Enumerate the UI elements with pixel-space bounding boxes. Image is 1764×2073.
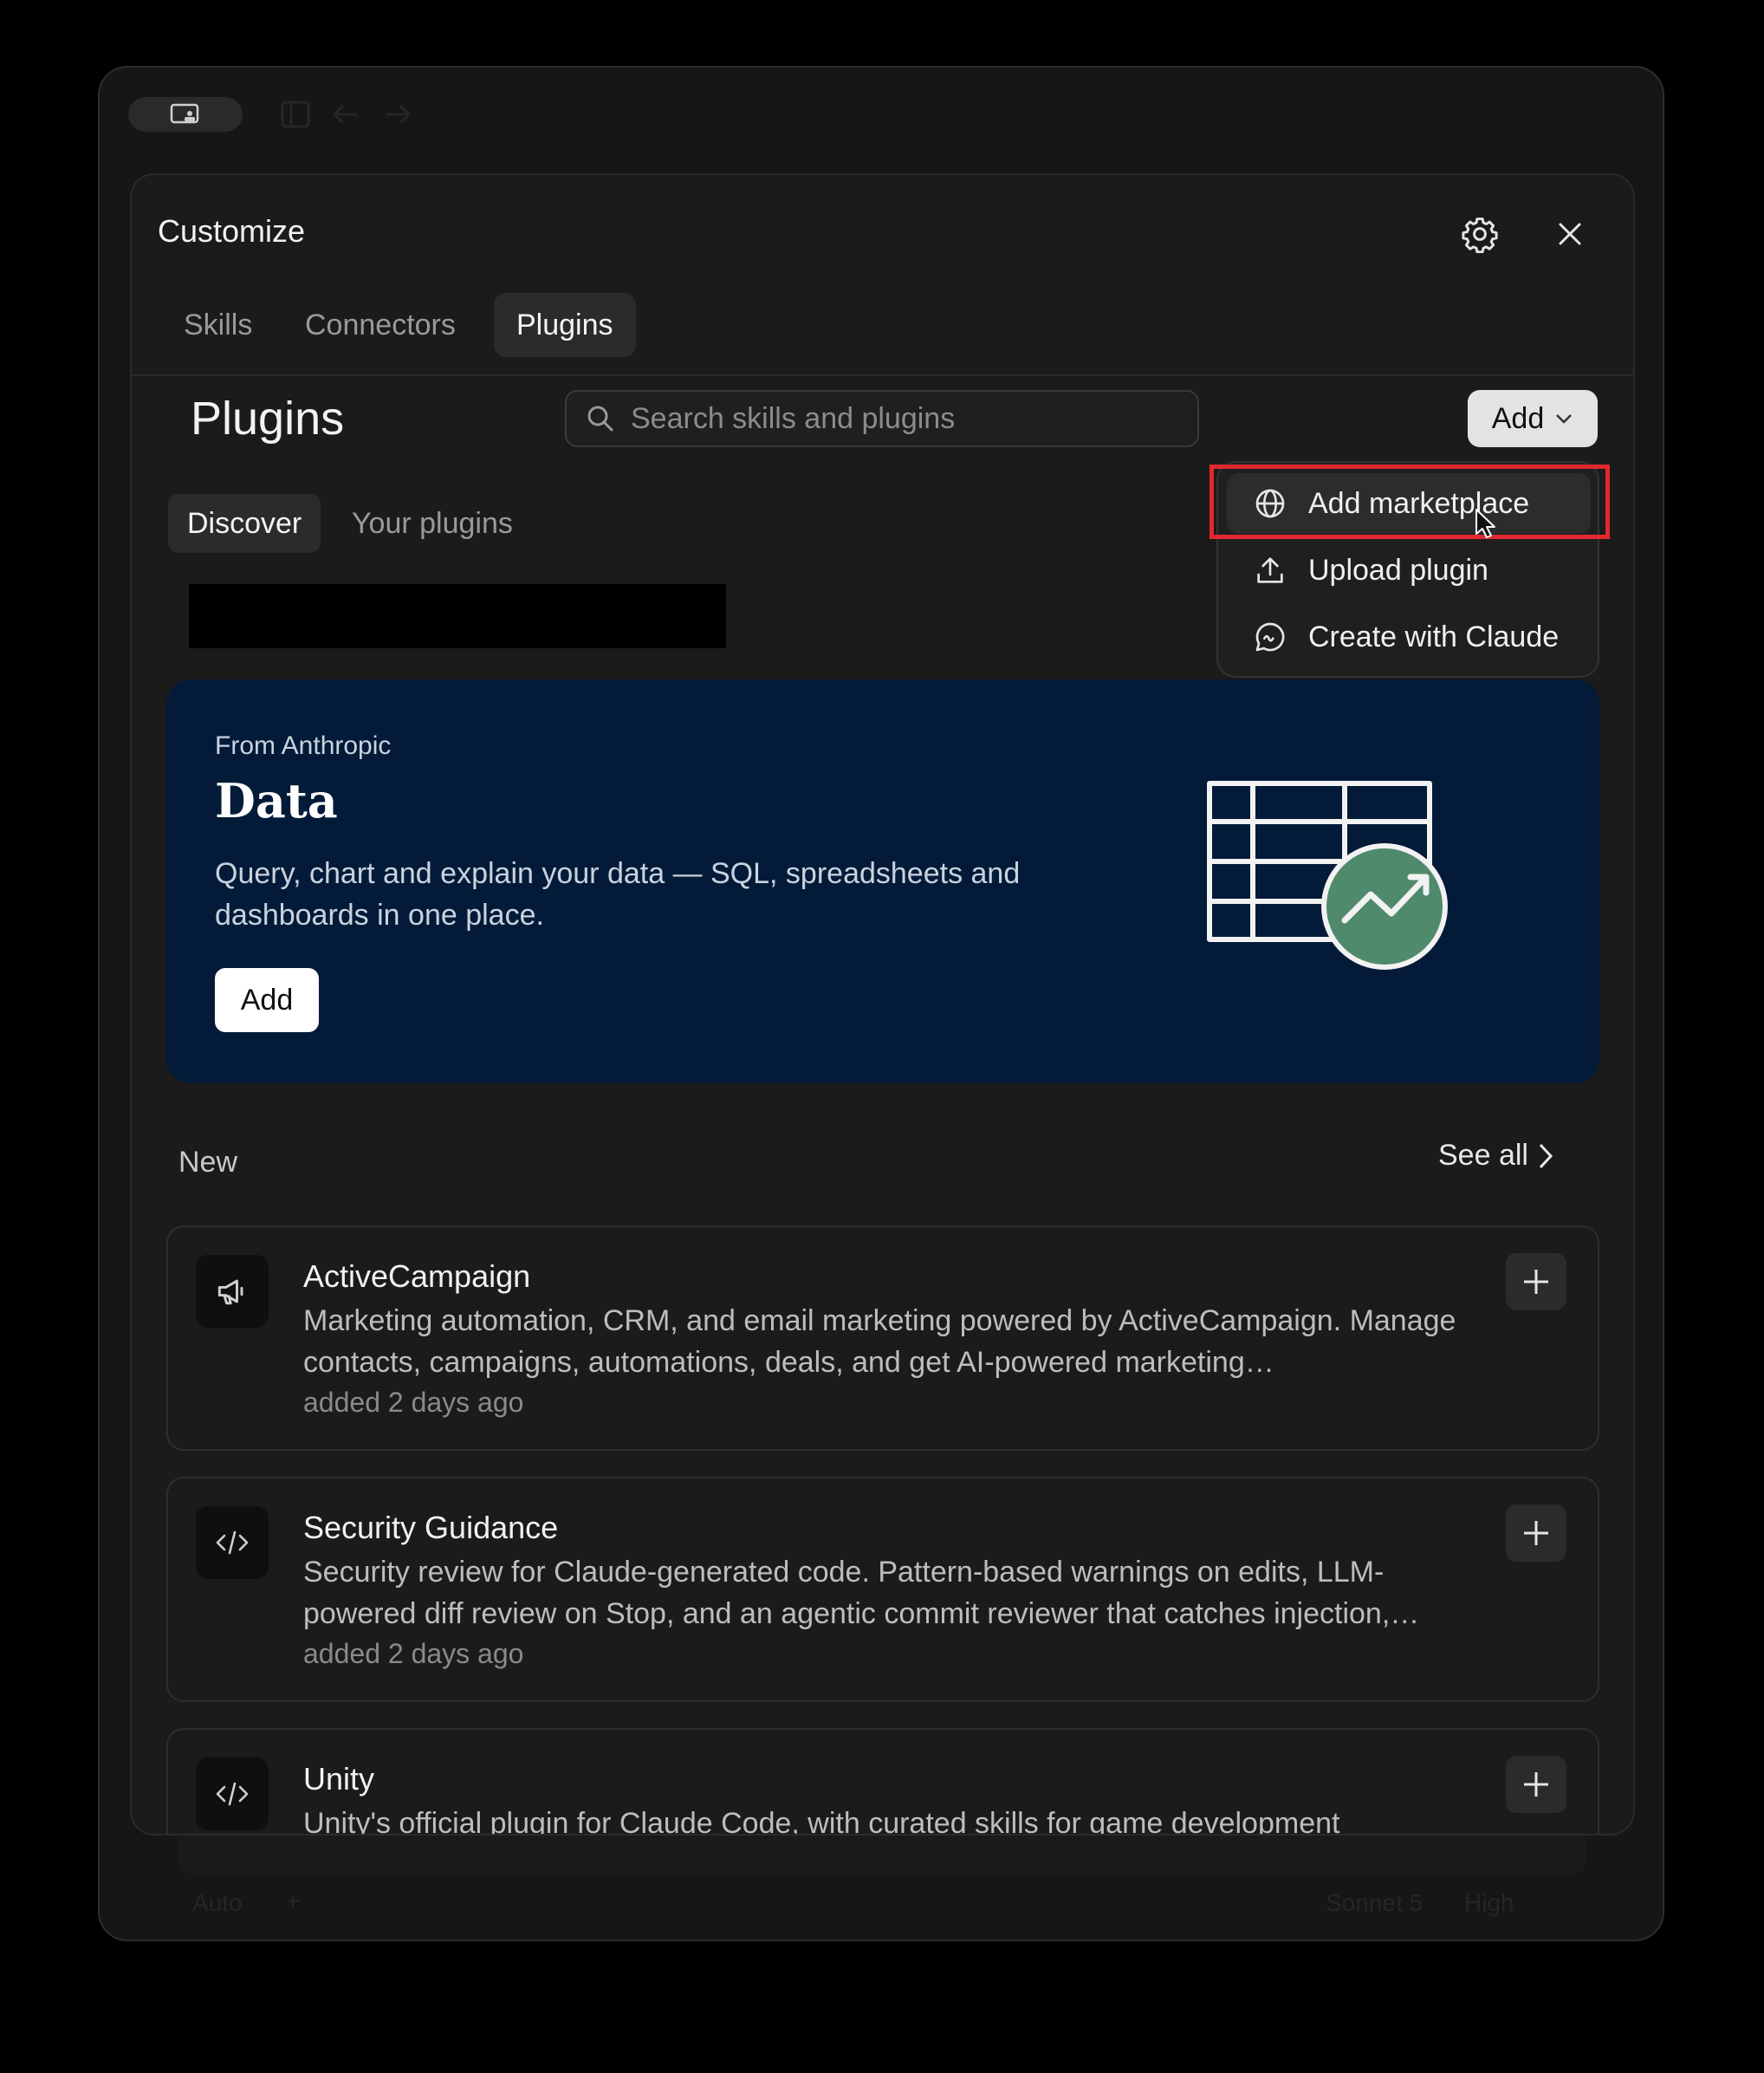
effort-label[interactable]: High (1464, 1889, 1514, 1917)
tabs-divider (132, 374, 1633, 376)
menu-item-label: Upload plugin (1308, 553, 1488, 587)
plugin-name: Unity (303, 1761, 375, 1797)
chevron-down-icon (1556, 414, 1573, 424)
add-attachment-icon[interactable]: + (286, 1888, 300, 1915)
model-label[interactable]: Sonnet 5 (1326, 1889, 1423, 1917)
redacted-region (189, 584, 726, 648)
forward-arrow-icon[interactable] (381, 101, 412, 133)
plugin-icon-tile (196, 1758, 269, 1830)
tab-plugins[interactable]: Plugins (494, 293, 636, 357)
chevron-right-icon (1539, 1143, 1553, 1168)
workspace-switcher[interactable] (128, 97, 243, 132)
plus-icon (1524, 1521, 1548, 1545)
spreadsheet-chart-illustration (1207, 781, 1448, 970)
close-icon (1559, 223, 1581, 245)
banner-description: Query, chart and explain your data — SQL… (215, 857, 1021, 932)
search-icon (587, 406, 613, 432)
mode-label[interactable]: Auto (192, 1889, 243, 1917)
see-all-link[interactable]: See all (1438, 1139, 1554, 1173)
subtab-your-plugins[interactable]: Your plugins (333, 494, 532, 553)
menu-item-label: Create with Claude (1308, 620, 1560, 653)
plugin-added-time: added 2 days ago (303, 1387, 524, 1418)
gear-icon (1462, 218, 1498, 253)
menu-item-create-with-claude[interactable]: Create with Claude (1227, 607, 1591, 667)
upload-icon (1257, 557, 1283, 583)
dialog-title: Customize (158, 213, 306, 249)
plugin-icon-tile (196, 1506, 269, 1579)
banner-title: Data (215, 773, 338, 829)
plugin-card-security-guidance[interactable]: Security Guidance Security review for Cl… (166, 1477, 1599, 1702)
search-input[interactable]: Search skills and plugins (565, 390, 1199, 447)
sidebar-toggle-icon[interactable] (279, 97, 314, 136)
plugin-added-time: added 2 days ago (303, 1638, 524, 1669)
add-dropdown-button[interactable]: Add (1468, 390, 1598, 447)
add-button-label: Add (1491, 401, 1545, 435)
search-placeholder: Search skills and plugins (631, 401, 956, 435)
code-icon (216, 1530, 249, 1555)
plugin-description: Security review for Claude-generated cod… (303, 1556, 1420, 1630)
install-plugin-button[interactable] (1506, 1756, 1566, 1813)
plugin-card-activecampaign[interactable]: ActiveCampaign Marketing automation, CRM… (166, 1225, 1599, 1451)
plugin-card-unity[interactable]: Unity Unity's official plugin for Claude… (166, 1728, 1599, 1836)
plus-icon (1524, 1270, 1548, 1294)
page-title: Plugins (191, 393, 345, 445)
see-all-label: See all (1438, 1139, 1528, 1172)
megaphone-icon (217, 1279, 243, 1305)
highlight-annotation (1210, 465, 1610, 539)
plugin-name: ActiveCampaign (303, 1258, 531, 1294)
featured-plugin-banner: From Anthropic Data Query, chart and exp… (166, 679, 1599, 1083)
code-icon (216, 1782, 249, 1806)
customize-dialog: Customize Skills Connectors Plugins Plug… (130, 173, 1635, 1836)
banner-eyebrow: From Anthropic (215, 731, 392, 760)
plus-icon (1524, 1772, 1548, 1797)
tab-connectors[interactable]: Connectors (282, 293, 478, 357)
mouse-cursor-icon (1475, 509, 1495, 538)
install-plugin-button[interactable] (1506, 1504, 1566, 1562)
monitor-icon (170, 103, 199, 124)
subtab-discover[interactable]: Discover (168, 494, 321, 553)
back-arrow-icon[interactable] (331, 101, 362, 133)
close-button[interactable] (1546, 210, 1594, 258)
install-plugin-button[interactable] (1506, 1253, 1566, 1310)
plugin-name: Security Guidance (303, 1510, 559, 1545)
tab-skills[interactable]: Skills (161, 293, 275, 357)
banner-add-button[interactable]: Add (215, 968, 319, 1032)
settings-button[interactable] (1456, 210, 1504, 258)
chat-bubble-icon (1255, 622, 1285, 652)
plugin-icon-tile (196, 1255, 269, 1328)
plugin-description: Marketing automation, CRM, and email mar… (303, 1304, 1456, 1379)
plugin-description: Unity's official plugin for Claude Code,… (303, 1807, 1340, 1836)
menu-item-upload-plugin[interactable]: Upload plugin (1227, 540, 1591, 601)
section-title: New (178, 1146, 238, 1179)
